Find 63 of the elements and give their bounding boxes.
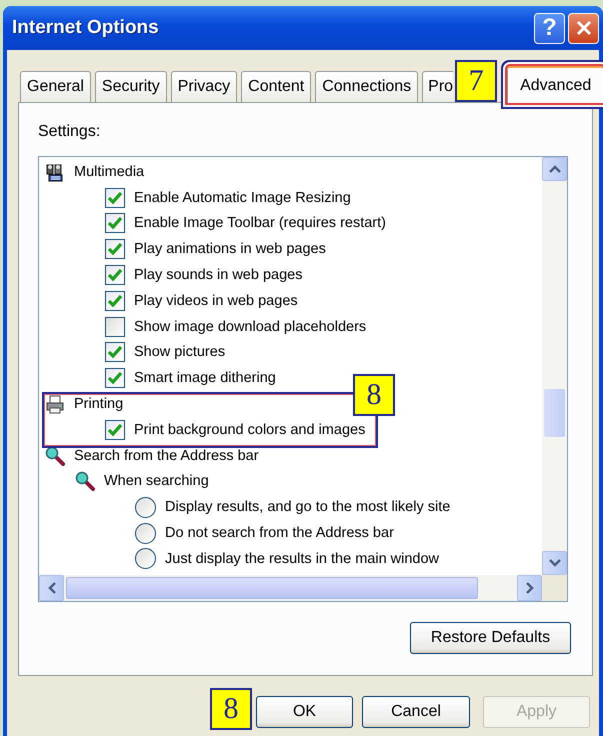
dialog-button[interactable]: Cancel: [362, 696, 470, 728]
option-label: Enable Automatic Image Resizing: [134, 190, 351, 206]
dialog-button[interactable]: OK: [256, 696, 353, 728]
option-label: Play animations in web pages: [134, 241, 326, 258]
category-label: Multimedia: [74, 164, 144, 180]
settings-label: Settings:: [38, 123, 102, 142]
checkbox[interactable]: [105, 316, 125, 337]
chevron-left-icon: [48, 582, 56, 594]
category-label: Printing: [74, 396, 124, 412]
option-label: Play videos in web pages: [134, 292, 298, 309]
tab[interactable]: Pro: [422, 71, 454, 102]
checkbox[interactable]: [105, 213, 125, 234]
option-label: Show image download placeholders: [134, 318, 366, 335]
horizontal-scrollbar[interactable]: [39, 575, 542, 601]
printer-icon: [45, 394, 65, 414]
category-label: When searching: [104, 473, 209, 490]
vertical-scrollbar[interactable]: [542, 157, 567, 575]
option-label: Display results, and go to the most likely site: [165, 499, 450, 516]
option-label: Smart image dithering: [134, 370, 276, 386]
scroll-down-button[interactable]: [542, 551, 567, 575]
option-label: Enable Image Toolbar (requires restart): [134, 215, 386, 232]
checkbox[interactable]: [105, 368, 125, 388]
close-button[interactable]: [568, 12, 599, 44]
chevron-right-icon: [526, 582, 534, 594]
multimedia-icon: [45, 162, 65, 182]
chevron-up-icon: [548, 165, 560, 173]
option-label: Do not search from the Address bar: [165, 525, 394, 542]
checkbox[interactable]: [105, 420, 125, 440]
step-number-badge: 8: [353, 374, 395, 416]
window-title: Internet Options: [12, 17, 159, 39]
radio-button[interactable]: [135, 496, 156, 518]
step-number-badge: 8: [210, 688, 252, 730]
checkbox[interactable]: [105, 265, 125, 286]
option-label: Just display the results in the main window: [165, 550, 440, 567]
tab[interactable]: General: [20, 71, 91, 102]
tab[interactable]: Connections: [315, 71, 418, 102]
step-number-badge: 7: [455, 60, 498, 102]
tab[interactable]: Privacy: [170, 71, 238, 102]
radio-button[interactable]: [135, 548, 156, 570]
category-label: Search from the Address bar: [74, 448, 259, 464]
search-icon: [45, 446, 65, 466]
scroll-left-button[interactable]: [39, 575, 64, 601]
option-label: Print background colors and images: [134, 422, 366, 438]
scroll-thumb[interactable]: [544, 389, 565, 437]
tab[interactable]: Security: [94, 71, 167, 102]
restore-defaults-button[interactable]: Restore Defaults: [410, 622, 571, 654]
help-button[interactable]: ?: [534, 12, 565, 44]
scroll-up-button[interactable]: [542, 157, 567, 181]
option-label: Play sounds in web pages: [134, 267, 302, 284]
close-icon: [576, 20, 592, 36]
dialog-button: Apply: [483, 696, 590, 728]
search-icon: [75, 471, 95, 492]
scroll-thumb[interactable]: [66, 577, 478, 599]
scroll-right-button[interactable]: [517, 575, 542, 601]
checkbox[interactable]: [105, 290, 125, 311]
checkbox[interactable]: [105, 239, 125, 260]
checkbox[interactable]: [105, 188, 125, 208]
tab[interactable]: Content: [241, 71, 312, 102]
option-label: Show pictures: [134, 344, 226, 360]
checkbox[interactable]: [105, 342, 125, 362]
chevron-down-icon: [548, 559, 560, 567]
scrollbar-corner: [542, 575, 567, 601]
radio-button[interactable]: [135, 522, 156, 544]
